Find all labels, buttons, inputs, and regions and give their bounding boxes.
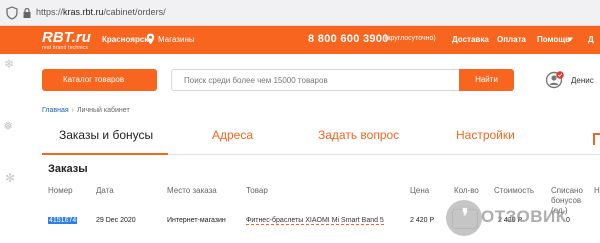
order-place: Интернет-магазин	[167, 217, 226, 224]
phone-number[interactable]: 8 800 600 3900	[308, 33, 389, 45]
logo-text: RBT.ru	[42, 29, 91, 46]
phone-note: (круглосуточно)	[385, 35, 436, 42]
chevron-down-icon[interactable]	[567, 37, 573, 42]
shield-icon	[6, 6, 18, 20]
catalog-button-label: Каталог товаров	[63, 75, 125, 84]
nav-cut-off-item[interactable]: Д	[588, 35, 594, 44]
order-number-selected: 4151674	[48, 217, 78, 224]
order-number[interactable]: 4151674	[48, 217, 78, 224]
search-button[interactable]: Найти	[459, 69, 514, 91]
order-price: 2 420 Р	[410, 217, 435, 224]
stores-link[interactable]: Магазины	[158, 35, 195, 44]
browser-address-bar[interactable]: https://kras.rbt.ru/cabinet/orders/	[0, 0, 600, 26]
ornament-icon: ❅	[3, 119, 14, 133]
column-header-cut-off: Н	[594, 186, 600, 195]
catalog-button[interactable]: Каталог товаров	[42, 69, 189, 91]
column-header-bonus-line2: бонусов	[551, 196, 582, 205]
column-header-number: Номер	[48, 186, 73, 195]
user-name[interactable]: Денис	[571, 76, 594, 85]
map-pin-icon	[146, 33, 155, 45]
order-product-name: Фитнес-браслеты XIAOMI Mi Smart Band 5	[246, 217, 384, 225]
column-header-cost: Стоимость	[494, 186, 535, 195]
tab-orders-bonuses[interactable]: Заказы и бонусы	[59, 128, 153, 142]
breadcrumb: Главная › Личный кабинет	[42, 107, 130, 114]
nav-payment[interactable]: Оплата	[497, 35, 526, 44]
column-header-product: Товар	[246, 186, 268, 195]
tab-settings[interactable]: Настройки	[456, 128, 515, 142]
breadcrumb-home[interactable]: Главная	[42, 107, 69, 114]
watermark-glyph: ❜	[462, 206, 469, 228]
active-tab-indicator	[42, 153, 168, 155]
column-header-date: Дата	[96, 186, 114, 195]
column-header-bonus-line1: Списано	[551, 186, 583, 195]
column-header-price: Цена	[410, 186, 430, 195]
lock-icon	[23, 7, 31, 18]
url-host: kras.rbt.ru	[63, 7, 104, 17]
tab-addresses[interactable]: Адреса	[212, 128, 253, 142]
url-scheme: https://	[36, 7, 64, 17]
nav-delivery[interactable]: Доставка	[452, 35, 489, 44]
snowflake-icon: ✻	[5, 171, 16, 185]
site-logo[interactable]: RBT.ru real brand technics	[42, 29, 94, 51]
breadcrumb-current: Личный кабинет	[77, 107, 130, 114]
nav-help[interactable]: Помощь	[537, 35, 570, 44]
order-product-link[interactable]: Фитнес-браслеты XIAOMI Mi Smart Band 5	[246, 217, 384, 225]
breadcrumb-separator: ›	[71, 107, 74, 114]
logo-tagline: real brand technics	[42, 45, 89, 51]
watermark-text: ОТЗОВИК	[481, 207, 567, 226]
column-header-qty: Кол-во	[454, 186, 479, 195]
order-date: 29 Dec 2020	[96, 217, 136, 224]
user-avatar-icon[interactable]	[546, 70, 564, 90]
city-selector[interactable]: Красноярск	[102, 35, 148, 44]
site-header: RBT.ru real brand technics Красноярск Ма…	[0, 26, 600, 54]
url-text[interactable]: https://kras.rbt.ru/cabinet/orders/	[36, 7, 166, 17]
tab-ask-question[interactable]: Задать вопрос	[318, 128, 399, 142]
tab-cut-off-item[interactable]	[593, 133, 600, 145]
orders-title: Заказы	[48, 163, 88, 175]
url-path: /cabinet/orders/	[103, 7, 166, 17]
search-input[interactable]	[171, 69, 459, 91]
column-header-place: Место заказа	[167, 186, 217, 195]
snowflake-icon: ❄	[4, 57, 15, 71]
